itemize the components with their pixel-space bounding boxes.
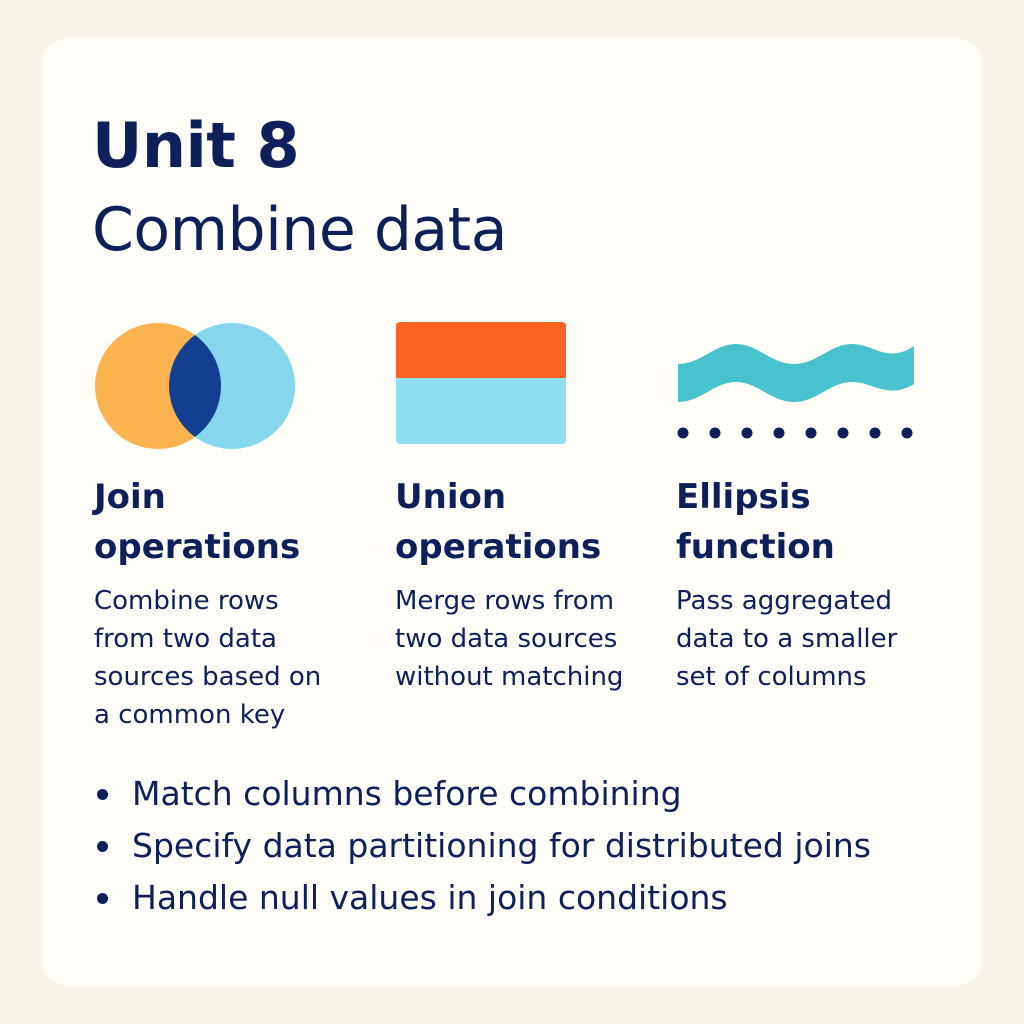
ellipsis-function-title: Ellipsis function [676,477,835,567]
list-item: Specify data partitioning for distribute… [92,820,871,872]
bullet-icon [97,789,108,800]
join-operations-title: Join operations [94,477,301,567]
tips-list: Match columns before combining Specify d… [92,768,871,924]
list-item-text: Handle null values in join conditions [132,878,728,917]
bullet-icon [97,841,108,852]
list-item: Match columns before combining [92,768,871,820]
unit-number: Unit 8 [92,109,300,182]
list-item-text: Specify data partitioning for distribute… [132,826,871,865]
venn-diagram-icon [95,323,295,449]
union-operations-description: Merge rows from two data sources without… [395,586,624,692]
join-operations-description: Combine rows from two data sources based… [94,586,322,730]
list-item-text: Match columns before combining [132,774,682,813]
ellipsis-function-description: Pass aggregated data to a smaller set of… [676,586,898,692]
bullet-icon [97,893,108,904]
unit-title: Combine data [92,195,507,265]
list-item: Handle null values in join conditions [92,872,871,924]
union-operations-title: Union operations [395,477,602,567]
stacked-blocks-icon [396,322,566,444]
wave-and-dots-icon [677,344,914,439]
